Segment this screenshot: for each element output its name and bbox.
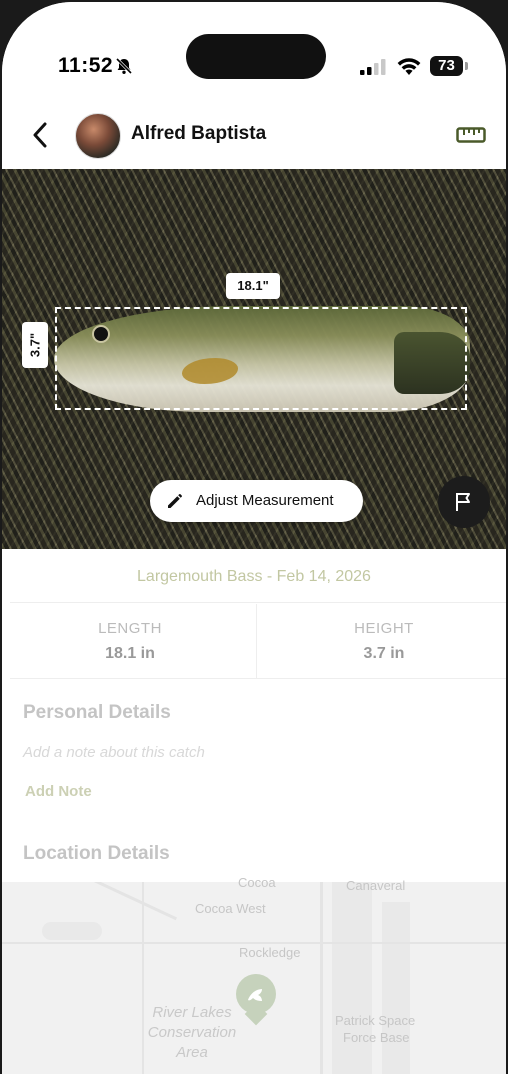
- phone-frame: 11:52 73 Alfred Baptista 18.1" 3.7" Adju…: [0, 0, 508, 1074]
- map-label: Patrick Space: [335, 1013, 416, 1028]
- flag-icon: [456, 493, 470, 511]
- dynamic-island: [186, 34, 326, 79]
- bell-muted-icon: [115, 57, 133, 80]
- app-screen: 11:52 73 Alfred Baptista 18.1" 3.7" Adju…: [2, 2, 506, 1074]
- add-note-button[interactable]: Add Note: [25, 783, 92, 800]
- catch-location-pin[interactable]: [236, 974, 276, 1014]
- map-label: River Lakes: [152, 1004, 232, 1021]
- user-avatar[interactable]: [75, 113, 121, 159]
- length-tag: 18.1": [226, 273, 280, 299]
- height-tag: 3.7": [22, 322, 48, 368]
- catch-title: Largemouth Bass - Feb 14, 2026: [137, 568, 371, 585]
- stats-divider: [256, 604, 257, 678]
- map-label: Conservation: [147, 1024, 237, 1041]
- divider: [10, 602, 506, 603]
- height-label: HEIGHT: [354, 620, 414, 637]
- fish-pin-icon: [248, 989, 262, 1001]
- map-label: Cocoa: [238, 875, 276, 890]
- height-tag-text: 3.7": [27, 332, 43, 358]
- height-value: 3.7 in: [363, 645, 405, 662]
- report-flag-button[interactable]: [438, 476, 490, 528]
- battery-tip: [465, 62, 468, 70]
- personal-details-heading: Personal Details: [23, 702, 171, 723]
- length-value: 18.1 in: [105, 645, 155, 662]
- note-input[interactable]: Add a note about this catch: [23, 744, 205, 761]
- status-time: 11:52: [58, 54, 114, 77]
- location-details-heading: Location Details: [23, 843, 170, 864]
- map-label: Canaveral: [346, 878, 406, 893]
- cellular-signal-icon: [360, 59, 388, 80]
- adjust-measurement-button[interactable]: Adjust Measurement: [150, 480, 363, 522]
- map-label: Cocoa West: [195, 901, 266, 916]
- status-bar: 11:52 73: [2, 2, 506, 92]
- adjust-measurement-label: Adjust Measurement: [196, 492, 334, 509]
- battery-indicator: 73: [430, 56, 463, 76]
- wifi-icon: [396, 57, 422, 81]
- length-label: LENGTH: [98, 620, 162, 637]
- pencil-icon: [166, 492, 184, 515]
- ruler-icon[interactable]: [456, 126, 486, 149]
- back-chevron-icon[interactable]: [30, 120, 50, 155]
- measurement-box[interactable]: [55, 307, 467, 410]
- divider: [10, 678, 506, 679]
- user-name[interactable]: Alfred Baptista: [131, 123, 266, 145]
- map-label: Rockledge: [239, 945, 301, 960]
- map-label: Force Base: [343, 1030, 410, 1045]
- map-label: Area: [176, 1044, 208, 1061]
